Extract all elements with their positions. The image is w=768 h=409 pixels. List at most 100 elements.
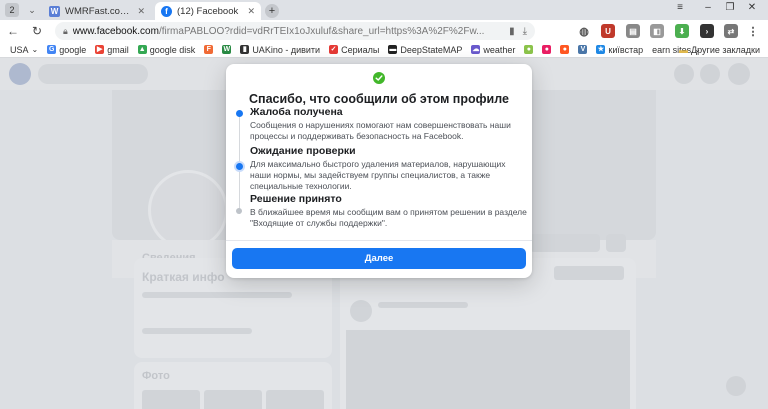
facebook-search-input	[38, 64, 148, 84]
site-icon: ●	[560, 45, 570, 54]
new-tab-button[interactable]: +	[265, 3, 279, 18]
step-description: В ближайшее время мы сообщим вам о приня…	[250, 207, 527, 228]
tab-title: WMRFast.com - лучшее м	[65, 5, 132, 17]
intro-heading: Краткая инфо	[142, 270, 225, 284]
post-card	[340, 290, 636, 409]
url-path: /firmaPABLOO?rdid=vdRrTEIx1oJxuluf&share…	[158, 25, 485, 37]
bookmark-site[interactable]: ●	[542, 45, 552, 54]
facebook-logo-icon	[9, 63, 31, 85]
avatar	[728, 63, 750, 85]
facebook-favicon-icon: f	[161, 5, 172, 17]
address-bar[interactable]: 🔒︎ www.facebook.com/firmaPABLOO?rdid=vdR…	[55, 22, 535, 40]
bookmark-deepstatemap[interactable]: ▬ DeepStateMAP	[388, 45, 462, 55]
globe-icon[interactable]: ◍	[577, 24, 591, 38]
adblock-extension-icon[interactable]: U	[601, 24, 615, 38]
bookmark-label: DeepStateMAP	[400, 44, 463, 55]
photo-thumb	[266, 390, 324, 409]
download-icon[interactable]: ⤓	[523, 26, 527, 37]
vk-icon: V	[578, 45, 588, 54]
bookmark-label: gmail	[107, 44, 129, 55]
deepstate-icon: ▬	[388, 45, 398, 54]
reload-icon[interactable]: ↻	[28, 24, 46, 38]
step-description: Для максимально быстрого удаления матери…	[250, 159, 506, 191]
bookmark-google[interactable]: Ggoogle	[47, 45, 86, 55]
other-bookmarks[interactable]: ▬ Другие закладки	[679, 45, 760, 55]
browser-toolbar: ← ↻ 🔒︎ www.facebook.com/firmaPABLOO?rdid…	[0, 20, 768, 42]
notifications-icon	[700, 64, 720, 84]
bookmark-label: google disk	[149, 44, 196, 55]
bookmark-label: Другие закладки	[691, 45, 760, 55]
step-pending-dot-icon	[236, 208, 242, 214]
tab-list-chevron-icon[interactable]: ⌄	[25, 5, 39, 16]
bookmark-site[interactable]: ●	[524, 45, 534, 54]
bookmark-label: київстар	[608, 44, 644, 55]
checkmark-icon	[375, 75, 383, 81]
placeholder-line	[378, 302, 468, 308]
step-complete-dot-icon	[236, 110, 243, 117]
tab-wmrfast[interactable]: W WMRFast.com - лучшее м ✕	[43, 2, 151, 20]
menu-icon	[674, 64, 694, 84]
download-extension-icon[interactable]: ⬇	[675, 24, 689, 38]
tab-facebook[interactable]: f (12) Facebook ✕	[155, 2, 261, 20]
step-current-dot-icon	[234, 161, 245, 172]
serials-icon: ✓	[329, 45, 339, 54]
bookmark-label: USA	[10, 44, 29, 55]
extension-icon[interactable]: ▤	[626, 24, 640, 38]
bookmark-w[interactable]: W	[222, 45, 232, 54]
bookmark-serials[interactable]: ✓ Сериалы	[329, 45, 379, 55]
edit-icon	[726, 376, 746, 396]
profile-avatar	[148, 170, 228, 250]
profile-action-chip	[530, 234, 600, 252]
dialog-divider	[226, 240, 532, 241]
tab-strip: 2 ⌄ W WMRFast.com - лучшее м ✕ f (12) Fa…	[0, 0, 768, 20]
step-report-received: Жалоба получена Сообщения о нарушениях п…	[250, 106, 528, 142]
close-window-icon[interactable]: ✕	[744, 2, 760, 13]
kyivstar-icon: ★	[596, 45, 606, 54]
tab-counter[interactable]: 2	[5, 3, 19, 17]
bookmark-label: weather	[483, 44, 516, 55]
f-site-icon: F	[204, 45, 214, 54]
step-decision-made: Решение принято В ближайшее время мы соо…	[250, 193, 528, 229]
bookmark-kyivstar[interactable]: ★ київстар	[596, 45, 643, 55]
lock-icon[interactable]: 🔒︎	[63, 26, 68, 37]
extension-icon[interactable]: ›	[700, 24, 714, 38]
step-title: Решение принято	[250, 193, 342, 205]
tab-title: (12) Facebook	[177, 5, 239, 17]
url-text: www.facebook.com/firmaPABLOO?rdid=vdRrTE…	[73, 26, 501, 37]
menu-dots-icon[interactable]: ⋮	[746, 24, 760, 38]
bookmarks-bar: USA ⌄ Ggoogle ▶ gmail ▲ google disk F W ▮ UA…	[0, 42, 768, 58]
dialog-title: Спасибо, что сообщили об этом профиле	[249, 92, 509, 106]
wmrfast-favicon-icon: W	[49, 5, 60, 17]
photo-thumb	[204, 390, 262, 409]
extension-icon[interactable]: ⇄	[724, 24, 738, 38]
drive-icon: ▲	[137, 45, 147, 54]
bookmark-uakino[interactable]: ▮ UAKino - дивити	[240, 45, 320, 55]
bookmark-weather[interactable]: ☁ weather	[471, 45, 515, 55]
minimize-icon[interactable]: –	[700, 2, 716, 13]
photo-thumb	[142, 390, 200, 409]
extension-icon[interactable]: ◧	[650, 24, 664, 38]
w-site-icon: W	[222, 45, 232, 54]
uakino-icon: ▮	[240, 45, 250, 54]
bookmark-vk[interactable]: V	[578, 45, 588, 54]
bookmark-site[interactable]: ●	[560, 45, 570, 54]
check-circle-icon	[373, 72, 385, 84]
bookmark-usa-folder[interactable]: USA ⌄	[10, 45, 38, 55]
placeholder-line	[142, 328, 252, 334]
bookmark-f[interactable]: F	[204, 45, 214, 54]
bookmark-icon[interactable]: ▮	[509, 26, 515, 37]
bookmark-gmail[interactable]: ▶ gmail	[95, 45, 129, 55]
back-arrow-icon[interactable]: ←	[4, 24, 22, 38]
restore-icon[interactable]: ❐	[722, 2, 738, 13]
next-button[interactable]: Далее	[232, 248, 526, 269]
google-icon: G	[47, 45, 57, 54]
close-tab-icon[interactable]: ✕	[137, 6, 145, 17]
photos-card: Фото	[134, 362, 332, 409]
youtube-icon: ▶	[95, 45, 105, 54]
bookmark-google-disk[interactable]: ▲ google disk	[137, 44, 196, 55]
bookmark-label: google	[59, 44, 87, 55]
url-domain: www.facebook.com	[72, 25, 159, 37]
bookmark-label: UAKino - дивити	[252, 44, 321, 55]
close-tab-icon[interactable]: ✕	[247, 6, 255, 17]
menu-icon[interactable]: ≡	[672, 2, 688, 13]
